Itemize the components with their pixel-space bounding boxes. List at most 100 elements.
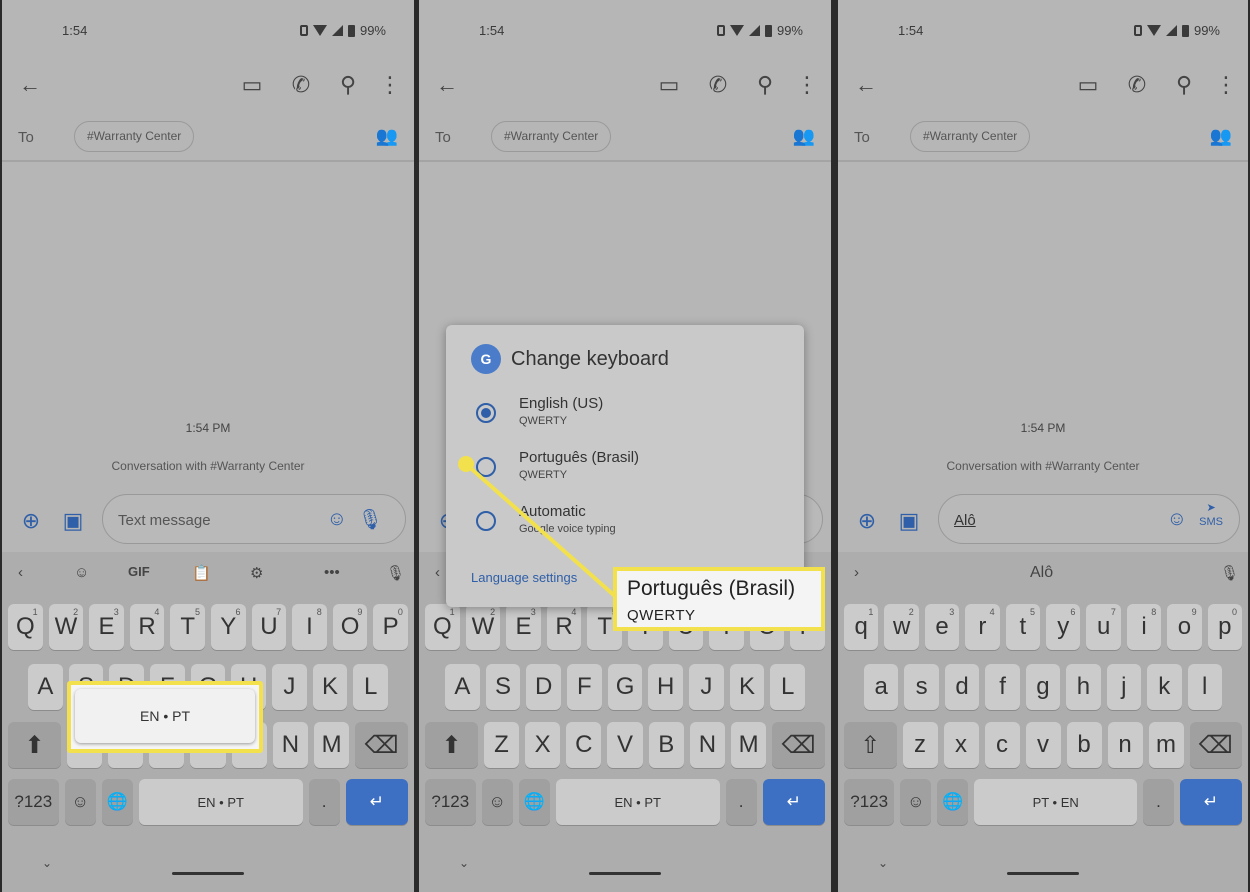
key-s[interactable]: S — [485, 664, 521, 710]
key-m[interactable]: M — [731, 722, 767, 768]
mic-icon[interactable]: 🎙 — [358, 507, 383, 532]
key-n[interactable]: N — [689, 722, 726, 768]
add-people-icon[interactable]: 👥 — [1210, 126, 1232, 147]
key-q[interactable]: Q1 — [8, 604, 43, 650]
key-o[interactable]: O9 — [332, 604, 368, 650]
recipient-chip[interactable]: #Warranty Center — [74, 121, 195, 152]
phone-icon[interactable]: ✆ — [289, 73, 313, 97]
keyboard-mic-icon[interactable]: 🎙 — [1220, 564, 1239, 582]
globe-key[interactable]: 🌐 — [101, 779, 133, 825]
key-v[interactable]: v — [1025, 722, 1061, 768]
chevron-down-icon[interactable]: ⌄ — [878, 856, 888, 870]
key-y[interactable]: y6 — [1046, 604, 1081, 650]
phone-icon[interactable]: ✆ — [1125, 73, 1149, 97]
key-o[interactable]: o9 — [1167, 604, 1202, 650]
key-l[interactable]: l — [1187, 664, 1222, 710]
period-key[interactable]: . — [308, 779, 340, 825]
key-h[interactable]: h — [1066, 664, 1101, 710]
search-icon[interactable]: ⚲ — [336, 73, 360, 97]
message-input[interactable]: Alô ☺ ➤ SMS — [938, 494, 1240, 544]
key-d[interactable]: D — [526, 664, 562, 710]
period-key[interactable]: . — [1143, 779, 1174, 825]
message-input[interactable]: Text message ☺ 🎙 — [102, 494, 406, 544]
search-icon[interactable]: ⚲ — [1172, 73, 1196, 97]
key-x[interactable]: X — [525, 722, 561, 768]
send-sms-button[interactable]: ➤ SMS — [1199, 501, 1223, 529]
symbols-key[interactable]: ?123 — [8, 779, 59, 825]
key-u[interactable]: u7 — [1086, 604, 1121, 650]
key-e[interactable]: E3 — [506, 604, 541, 650]
key-k[interactable]: K — [312, 664, 348, 710]
search-icon[interactable]: ⚲ — [753, 73, 777, 97]
back-arrow-icon[interactable]: ← — [854, 73, 878, 97]
key-h[interactable]: H — [648, 664, 684, 710]
recipient-chip[interactable]: #Warranty Center — [910, 121, 1031, 152]
add-attachment-icon[interactable]: ⊕ — [854, 508, 880, 534]
key-c[interactable]: c — [984, 722, 1020, 768]
gallery-icon[interactable]: ▣ — [60, 508, 86, 534]
key-i[interactable]: i8 — [1126, 604, 1162, 650]
key-n[interactable]: N — [272, 722, 309, 768]
key-v[interactable]: V — [607, 722, 643, 768]
period-key[interactable]: . — [725, 779, 757, 825]
key-t[interactable]: t5 — [1005, 604, 1041, 650]
enter-key[interactable]: ↵ — [345, 779, 408, 825]
key-u[interactable]: U7 — [251, 604, 287, 650]
chevron-left-icon[interactable]: ‹ — [435, 564, 440, 581]
shift-key[interactable]: ⬆ — [8, 722, 61, 768]
key-j[interactable]: J — [689, 664, 724, 710]
key-w[interactable]: W2 — [465, 604, 501, 650]
key-k[interactable]: K — [729, 664, 765, 710]
key-f[interactable]: f — [985, 664, 1020, 710]
video-call-icon[interactable]: ▭ — [657, 73, 681, 97]
emoji-icon[interactable]: ☺ — [327, 508, 347, 531]
key-i[interactable]: I8 — [292, 604, 327, 650]
key-a[interactable]: A — [28, 664, 63, 710]
backspace-key[interactable]: ⌫ — [772, 722, 826, 768]
keyboard-mic-icon[interactable]: 🎙 — [386, 564, 405, 582]
key-m[interactable]: M — [314, 722, 350, 768]
back-arrow-icon[interactable]: ← — [18, 73, 42, 97]
key-r[interactable]: R4 — [546, 604, 582, 650]
enter-key[interactable]: ↵ — [762, 779, 825, 825]
chevron-down-icon[interactable]: ⌄ — [459, 856, 469, 870]
key-a[interactable]: A — [445, 664, 480, 710]
settings-gear-icon[interactable]: ⚙ — [250, 564, 263, 582]
space-key[interactable]: EN • PT — [138, 779, 303, 825]
more-tools-icon[interactable]: ••• — [324, 564, 340, 581]
add-attachment-icon[interactable]: ⊕ — [18, 508, 44, 534]
key-y[interactable]: Y6 — [210, 604, 246, 650]
key-k[interactable]: k — [1147, 664, 1182, 710]
recipient-chip[interactable]: #Warranty Center — [491, 121, 612, 152]
suggestion-word[interactable]: Alô — [1030, 564, 1053, 582]
key-w[interactable]: W2 — [48, 604, 84, 650]
key-l[interactable]: L — [770, 664, 806, 710]
home-pill[interactable] — [172, 872, 244, 875]
key-j[interactable]: j — [1106, 664, 1142, 710]
key-x[interactable]: x — [943, 722, 979, 768]
language-settings-link[interactable]: Language settings — [471, 570, 577, 585]
key-d[interactable]: d — [944, 664, 980, 710]
more-options-icon[interactable]: ⋮ — [378, 73, 402, 97]
key-g[interactable]: G — [607, 664, 643, 710]
backspace-key[interactable]: ⌫ — [355, 722, 409, 768]
key-p[interactable]: p0 — [1207, 604, 1243, 650]
key-e[interactable]: e3 — [924, 604, 960, 650]
shift-key[interactable]: ⬆ — [425, 722, 478, 768]
radio-selected-icon[interactable] — [476, 403, 496, 423]
key-r[interactable]: r4 — [965, 604, 1000, 650]
video-call-icon[interactable]: ▭ — [1076, 73, 1100, 97]
space-key[interactable]: PT • EN — [974, 779, 1138, 825]
radio-unselected-icon[interactable] — [476, 511, 496, 531]
key-q[interactable]: q1 — [844, 604, 879, 650]
video-call-icon[interactable]: ▭ — [240, 73, 264, 97]
key-m[interactable]: m — [1148, 722, 1184, 768]
enter-key[interactable]: ↵ — [1180, 779, 1242, 825]
sticker-icon[interactable]: ☺ — [74, 564, 89, 581]
key-p[interactable]: P0 — [373, 604, 408, 650]
key-e[interactable]: E3 — [89, 604, 124, 650]
symbols-key[interactable]: ?123 — [844, 779, 895, 825]
gallery-icon[interactable]: ▣ — [896, 508, 922, 534]
shift-key[interactable]: ⇧ — [844, 722, 897, 768]
space-key[interactable]: EN • PT — [555, 779, 720, 825]
